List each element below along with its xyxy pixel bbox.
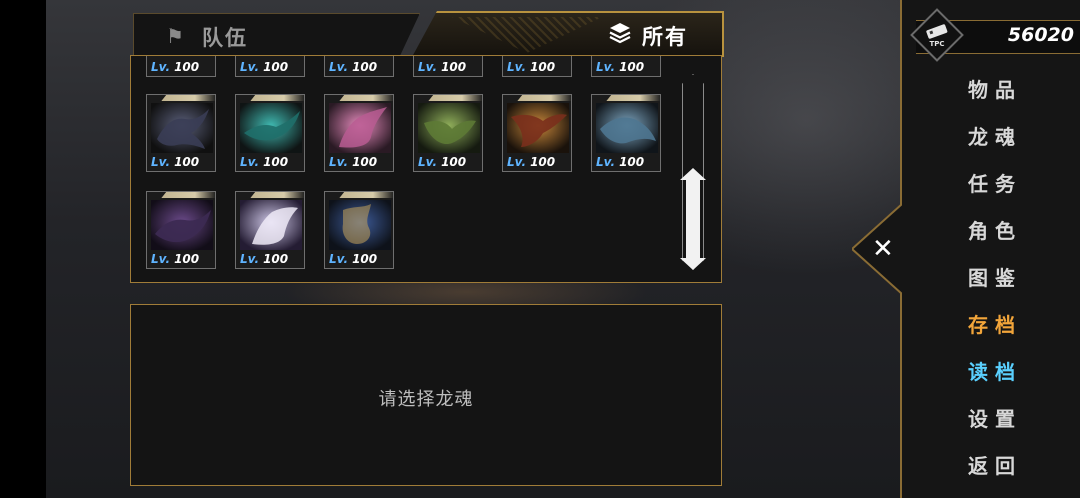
level-label: Lv. 100 xyxy=(151,252,200,266)
svg-text:TPC: TPC xyxy=(929,40,944,48)
level-label: Lv. 100 xyxy=(329,155,378,169)
menu-item-quests[interactable]: 任务 xyxy=(968,168,1068,197)
detail-panel: 请选择龙魂 xyxy=(130,304,722,486)
dragon-soul-grid: Lv. 100 Lv. 100 Lv. 100 Lv. 100 Lv. 100 Lv. 10… xyxy=(130,55,722,283)
menu-item-settings[interactable]: 设置 xyxy=(968,403,1068,432)
dragon-soul-card[interactable]: Lv. 100 xyxy=(324,56,394,77)
close-icon[interactable]: ✕ xyxy=(872,234,894,264)
level-label: Lv. 100 xyxy=(596,60,645,74)
dragon-portrait-icon xyxy=(240,200,302,250)
menu-item-load[interactable]: 读档 xyxy=(968,356,1068,385)
dragon-soul-card[interactable]: Lv. 100 xyxy=(324,94,394,172)
dragon-portrait-icon xyxy=(240,103,302,153)
scrollbar-thumb[interactable] xyxy=(680,168,706,270)
menu-item-dragon-soul[interactable]: 龙魂 xyxy=(968,121,1068,150)
dragon-portrait-icon xyxy=(418,103,480,153)
dragon-soul-card[interactable]: Lv. 100 xyxy=(235,94,305,172)
level-label: Lv. 100 xyxy=(329,60,378,74)
layers-icon xyxy=(609,23,631,44)
level-label: Lv. 100 xyxy=(418,155,467,169)
dragon-soul-card[interactable]: Lv. 100 xyxy=(324,191,394,269)
menu-item-save[interactable]: 存档 xyxy=(968,309,1068,338)
level-label: Lv. 100 xyxy=(240,155,289,169)
level-label: Lv. 100 xyxy=(596,155,645,169)
dragon-soul-card[interactable]: Lv. 100 xyxy=(235,191,305,269)
dragon-soul-card[interactable]: Lv. 100 xyxy=(235,56,305,77)
level-label: Lv. 100 xyxy=(240,60,289,74)
dragon-portrait-icon xyxy=(329,200,391,250)
tab-decoration-pattern xyxy=(452,17,602,53)
level-label: Lv. 100 xyxy=(329,252,378,266)
dragon-soul-card[interactable]: Lv. 100 xyxy=(502,94,572,172)
dragon-soul-card[interactable]: Lv. 100 xyxy=(146,94,216,172)
dragon-soul-card[interactable]: Lv. 100 xyxy=(502,56,572,77)
menu-item-back[interactable]: 返回 xyxy=(968,450,1068,479)
tab-team[interactable]: ⚑ 队伍 xyxy=(133,13,420,56)
tab-team-label: 队伍 xyxy=(202,26,248,50)
dragon-portrait-icon xyxy=(151,200,213,250)
level-label: Lv. 100 xyxy=(151,60,200,74)
menu-item-encyclopedia[interactable]: 图鉴 xyxy=(968,262,1068,291)
dragon-soul-card[interactable]: Lv. 100 xyxy=(413,94,483,172)
dragon-portrait-icon xyxy=(151,103,213,153)
left-black-bar xyxy=(0,0,46,498)
currency-value: 56020 xyxy=(1007,24,1074,46)
menu-item-characters[interactable]: 角色 xyxy=(968,215,1068,244)
dragon-soul-card[interactable]: Lv. 100 xyxy=(146,191,216,269)
dragon-soul-card[interactable]: Lv. 100 xyxy=(413,56,483,77)
tab-all-label: 所有 xyxy=(642,25,688,49)
tab-all[interactable]: 所有 xyxy=(412,11,724,57)
dragon-portrait-icon xyxy=(596,103,658,153)
level-label: Lv. 100 xyxy=(418,60,467,74)
level-label: Lv. 100 xyxy=(507,60,556,74)
flag-icon: ⚑ xyxy=(166,24,184,48)
dragon-soul-card[interactable]: Lv. 100 xyxy=(591,56,661,77)
level-label: Lv. 100 xyxy=(151,155,200,169)
dragon-soul-card[interactable]: Lv. 100 xyxy=(146,56,216,77)
level-label: Lv. 100 xyxy=(240,252,289,266)
menu-item-items[interactable]: 物品 xyxy=(968,74,1068,103)
level-label: Lv. 100 xyxy=(507,155,556,169)
dragon-soul-card[interactable]: Lv. 100 xyxy=(591,94,661,172)
select-dragon-soul-hint: 请选择龙魂 xyxy=(378,389,474,410)
dragon-portrait-icon xyxy=(329,103,391,153)
dragon-portrait-icon xyxy=(507,103,569,153)
tpc-currency-icon: TPC xyxy=(926,24,948,48)
